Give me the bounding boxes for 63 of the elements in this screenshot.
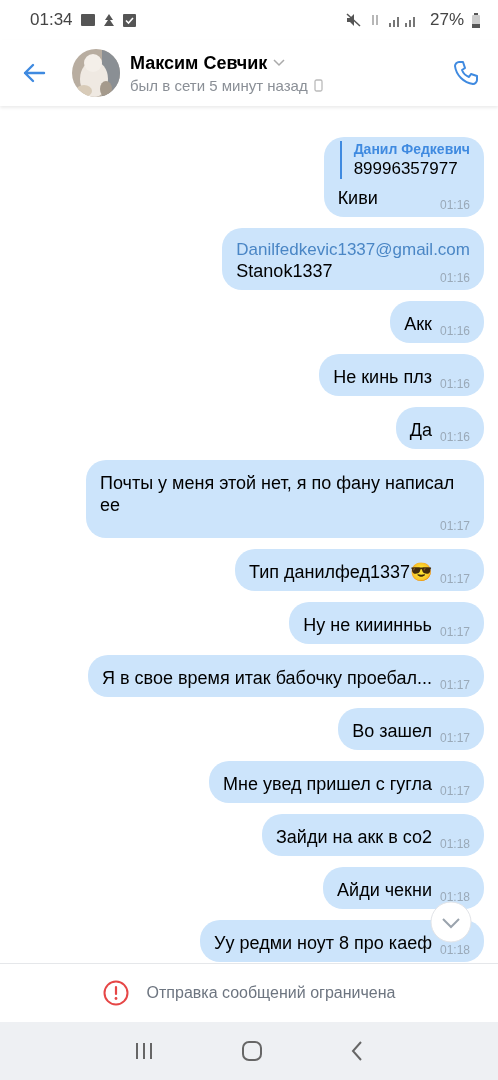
mute-icon [345,13,362,27]
message-text: Stanok1337 [236,260,333,282]
battery-level: 27% [429,10,464,30]
checkbox-icon [122,13,136,27]
message-text: Акк [404,313,432,335]
message-time: 01:17 [438,519,470,533]
message-text: Айди чекни [337,879,432,901]
message-text: Почты у меня этой нет, я по фану написал ее [100,472,456,516]
message-time: 01:18 [438,837,470,851]
image-icon [80,14,95,26]
scroll-down-button[interactable] [430,901,472,943]
message-time: 01:16 [438,377,470,391]
chevron-down-icon[interactable] [273,59,286,67]
restriction-notice: Отправка сообщений ограничена [146,984,396,1002]
message-bubble[interactable]: Ну не кииинньь 01:17 [289,602,484,644]
message-text: Да [409,419,432,441]
message-bubble[interactable]: Да 01:16 [395,407,484,449]
message-time: 01:18 [438,890,470,904]
message-text: Не кинь плз [333,366,432,388]
message-time: 01:17 [438,678,470,692]
message-bubble[interactable]: Уу редми ноут 8 про каеф 01:18 [200,920,484,962]
recent-apps-icon[interactable] [133,1042,154,1060]
message-bubble[interactable]: Почты у меня этой нет, я по фану написал ее 01:17 [86,460,484,538]
notification-icon [102,13,115,27]
message-text: Зайди на акк в со2 [275,826,432,848]
quote-author: Данил Федкевич [353,141,470,157]
home-icon[interactable] [241,1040,263,1062]
message-time: 01:16 [438,324,470,338]
message-bubble[interactable]: Акк 01:16 [390,301,484,343]
message-time: 01:18 [438,943,470,957]
message-text: Киви [337,187,378,209]
message-time: 01:17 [438,784,470,798]
message-text: Я в свое время итак бабочку проебал... [102,667,432,689]
message-time: 01:17 [438,625,470,639]
contact-name[interactable]: Максим Севчик [130,52,268,74]
message-time: 01:16 [438,198,470,212]
message-time: 01:16 [438,271,470,285]
message-bubble[interactable]: Тип данилфед1337😎 01:17 [234,549,484,591]
battery-icon [472,12,480,28]
message-bubble[interactable]: Данил Федкевич 89996357977 Киви 01:16 [323,137,484,217]
message-bubble[interactable]: Зайди на акк в со2 01:18 [261,814,484,856]
phone-device-icon [313,78,323,92]
last-seen: был в сети 5 минут назад [130,76,308,94]
message-bubble[interactable]: Danilfedkevic1337@gmail.com Stanok1337 01:16 [222,228,484,290]
message-bubble[interactable]: Не кинь плз 01:16 [319,354,484,396]
message-time: 01:17 [438,731,470,745]
message-text: Уу редми ноут 8 про каеф [214,932,432,954]
warning-icon [102,980,129,1006]
back-icon[interactable] [350,1040,365,1062]
message-text: Мне увед пришел с гугла [223,773,432,795]
message-time: 01:17 [438,572,470,586]
message-text: Во зашел [352,720,432,742]
message-text: Ну не кииинньь [303,614,432,636]
back-arrow-icon[interactable] [22,63,46,83]
message-bubble[interactable]: Во зашел 01:17 [338,708,484,750]
message-bubble[interactable]: Айди чекни 01:18 [323,867,484,909]
status-time: 01:34 [30,10,73,30]
message-bubble[interactable]: Я в свое время итак бабочку проебал... 01:17 [88,655,484,697]
message-text: Тип данилфед1337😎 [248,561,432,583]
message-bubble[interactable]: Мне увед пришел с гугла 01:17 [209,761,484,803]
message-time: 01:16 [438,430,470,444]
quote-text: 89996357977 [353,159,459,179]
phone-call-icon[interactable] [452,59,480,87]
